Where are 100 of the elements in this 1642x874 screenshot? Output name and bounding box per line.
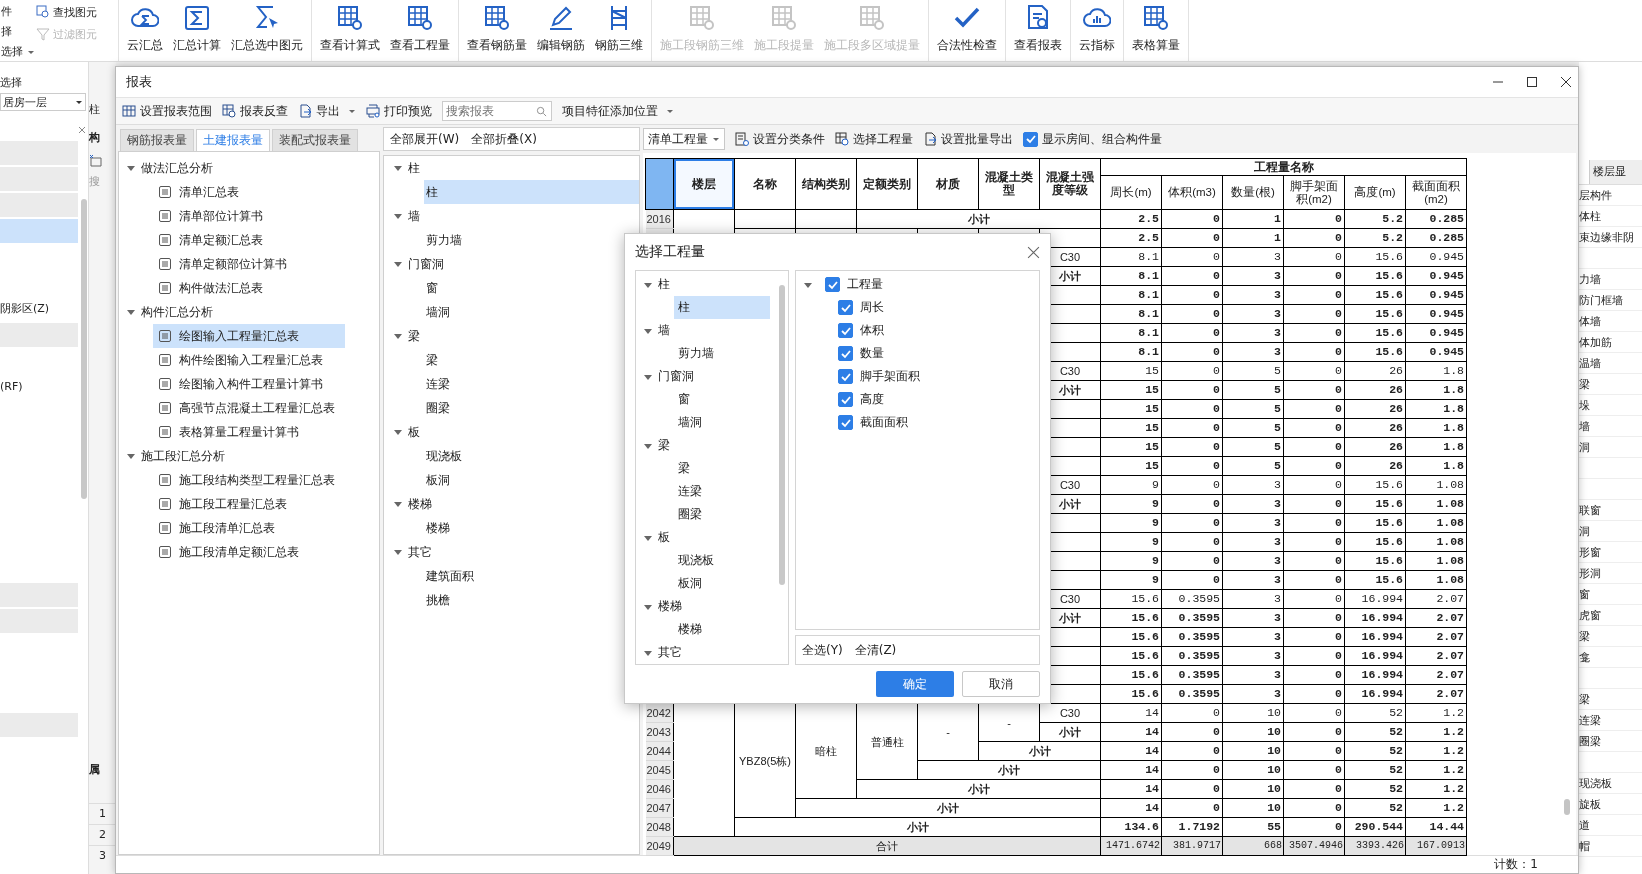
table-cell: 26: [1344, 380, 1406, 400]
table-cell: 16.994: [1344, 627, 1406, 647]
table-cell: 15.6: [1344, 342, 1406, 362]
table-cell: 1.8: [1405, 418, 1467, 438]
table-cell: 0: [1161, 247, 1223, 267]
table-cell: 15.6: [1100, 608, 1162, 628]
table-cell: 10: [1222, 741, 1284, 761]
table-cell: 0: [1283, 494, 1345, 514]
table-cell: 3: [1222, 304, 1284, 324]
row-number: 2049: [645, 836, 674, 856]
table-cell: 8.1: [1100, 247, 1162, 267]
table-cell: 3: [1222, 323, 1284, 343]
dialog-title: 选择工程量: [635, 243, 705, 261]
table-cell: 15.6: [1100, 665, 1162, 685]
table-cell: 0.3595: [1161, 665, 1223, 685]
table-cell: 0.945: [1405, 323, 1467, 343]
table-cell: 134.6: [1100, 817, 1162, 837]
table-cell: 3: [1222, 627, 1284, 647]
table-cell: 0: [1161, 323, 1223, 343]
table-cell: 0.3595: [1161, 589, 1223, 609]
table-cell: 16.994: [1344, 589, 1406, 609]
table-cell: 3: [1222, 589, 1284, 609]
table-cell: 0: [1161, 228, 1223, 248]
table-cell: 52: [1344, 779, 1406, 799]
table-cell: 0: [1283, 570, 1345, 590]
table-cell: 0: [1283, 817, 1345, 837]
table-cell: 9: [1100, 475, 1162, 495]
table-cell: 0: [1283, 532, 1345, 552]
table-cell: 0.285: [1405, 228, 1467, 248]
table-cell: 2.5: [1100, 228, 1162, 248]
row-number: 2046: [645, 779, 674, 799]
table-cell: 9: [1100, 532, 1162, 552]
table-cell: 15.6: [1344, 513, 1406, 533]
row-number: 2044: [645, 741, 674, 761]
table-cell: 8.1: [1100, 304, 1162, 324]
table-cell: 26: [1344, 361, 1406, 381]
table-cell: 5: [1222, 437, 1284, 457]
table-cell: 0: [1283, 646, 1345, 666]
table-cell: 8.1: [1100, 342, 1162, 362]
table-cell: 0: [1283, 228, 1345, 248]
table-cell: 14: [1100, 703, 1162, 723]
table-cell: 0: [1283, 399, 1345, 419]
table-cell: 1.2: [1405, 760, 1467, 780]
table-cell: 0: [1283, 323, 1345, 343]
table-cell: 1.2: [1405, 703, 1467, 723]
table-cell: 0: [1161, 399, 1223, 419]
table-cell: 10: [1222, 760, 1284, 780]
table-cell: 3: [1222, 342, 1284, 362]
table-cell: 0: [1283, 722, 1345, 742]
table-cell: 0: [1283, 437, 1345, 457]
table-cell: 0: [1161, 456, 1223, 476]
column-header: 截面面积(m2): [1405, 175, 1467, 210]
table-cell: 2.07: [1405, 646, 1467, 666]
table-cell: 0.3595: [1161, 608, 1223, 628]
column-header: 体积(m3): [1161, 175, 1223, 210]
table-cell: 52: [1344, 703, 1406, 723]
table-cell: 小计: [856, 779, 1101, 799]
table-cell: 3: [1222, 684, 1284, 704]
row-number: 2043: [645, 722, 674, 742]
table-cell: 0: [1161, 741, 1223, 761]
table-cell: 14: [1100, 798, 1162, 818]
table-cell: 小计: [734, 817, 1101, 837]
table-cell: 1.8: [1405, 361, 1467, 381]
table-cell: 0: [1283, 760, 1345, 780]
table-cell: 3: [1222, 285, 1284, 305]
table-cell: 9: [1100, 570, 1162, 590]
table-cell: 1.8: [1405, 456, 1467, 476]
table-cell: 8.1: [1100, 266, 1162, 286]
table-cell: 5.2: [1344, 209, 1406, 229]
table-cell: 3: [1222, 513, 1284, 533]
table-cell: 10: [1222, 703, 1284, 723]
table-cell: 1.08: [1405, 532, 1467, 552]
table-cell: 0: [1283, 361, 1345, 381]
table-cell: 15.6: [1100, 627, 1162, 647]
table-cell: 15: [1100, 456, 1162, 476]
table-cell: 5: [1222, 418, 1284, 438]
table-cell: 0: [1283, 513, 1345, 533]
table-cell: 14: [1100, 779, 1162, 799]
table-cell: 52: [1344, 798, 1406, 818]
table-cell: 2.5: [1100, 209, 1162, 229]
table-cell: 52: [1344, 722, 1406, 742]
table-cell: 0: [1283, 285, 1345, 305]
table-cell: 1.8: [1405, 437, 1467, 457]
table-cell: 2.07: [1405, 665, 1467, 685]
table-cell: 55: [1222, 817, 1284, 837]
table-cell: 3: [1222, 494, 1284, 514]
table-cell: 1.2: [1405, 741, 1467, 761]
table-cell: 0: [1161, 266, 1223, 286]
table-cell: 15.6: [1100, 684, 1162, 704]
table-cell: 2.07: [1405, 589, 1467, 609]
row-number: 2047: [645, 798, 674, 818]
row-number: 2045: [645, 760, 674, 780]
column-header: 混凝土强度等级: [1039, 158, 1101, 210]
table-cell: 1.08: [1405, 513, 1467, 533]
table-cell: 5: [1222, 380, 1284, 400]
table-cell: 3: [1222, 266, 1284, 286]
table-cell: 0: [1161, 760, 1223, 780]
column-header: 数量(根): [1222, 175, 1284, 210]
table-cell: 2.07: [1405, 627, 1467, 647]
table-cell: 0: [1283, 475, 1345, 495]
